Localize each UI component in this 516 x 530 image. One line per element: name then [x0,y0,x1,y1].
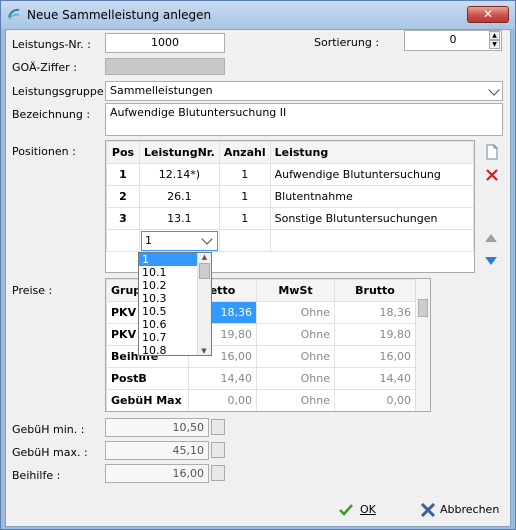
leistung-cell: Aufwendige Blutuntersuchung [269,163,475,186]
arrow-down-icon[interactable] [483,253,499,269]
bezeichnung-label: Bezeichnung : [12,108,91,121]
col-leistungnr[interactable]: LeistungNr. [139,141,220,164]
mwst-cell: Ohne [256,345,335,368]
chevron-down-icon[interactable] [201,232,213,245]
beihilfe-checkbox[interactable] [211,465,225,481]
pos-cell: 2 [106,185,140,208]
preise-label: Preise : [12,284,53,297]
cancel-button[interactable]: Abbrechen [420,499,510,521]
anzahl-cell: 1 [218,163,271,186]
nr-cell: 26.1 [139,185,220,208]
gruppe-label: Leistungsgruppe : [12,85,111,98]
title-bar: Neue Sammelleistung anlegen ✕ [1,1,515,29]
mwst-cell: Ohne [256,367,335,390]
nr-combo[interactable]: 1 [141,230,218,251]
table-row[interactable]: GebüH Max 0,00 Ohne 0,00 [106,389,416,411]
cancel-x-icon [420,502,436,518]
scroll-up-icon[interactable]: ▲ [198,253,211,261]
sortierung-value: 0 [449,33,457,46]
beihilfe-value: 16,00 [105,464,209,483]
positionen-table: Pos LeistungNr. Anzahl Leistung 1 12.14*… [106,141,475,252]
nr-cell: 12.14*) [139,163,220,186]
beihilfe-label: Beihilfe : [12,469,61,482]
netto-cell[interactable]: 0,00 [188,389,257,411]
brutto-cell: 16,00 [334,345,416,368]
ok-button[interactable]: OK [338,499,398,521]
col-mwst[interactable]: MwSt [256,279,335,302]
table-row[interactable]: PostB 14,40 Ohne 14,40 [106,367,416,390]
nr-combo-value: 1 [145,233,152,247]
gruppe-value: Sammelleistungen [110,84,213,97]
scroll-down-icon[interactable]: ▼ [198,347,210,355]
leistungsnr-label: Leistungs-Nr. : [12,38,91,51]
checkmark-icon [339,504,353,516]
leistung-cell [269,229,475,252]
pos-cell: 1 [106,163,140,186]
brutto-cell: 0,00 [334,389,416,411]
col-anzahl[interactable]: Anzahl [218,141,271,164]
gebueh-max-label: GebüH max. : [12,446,88,459]
arrow-up-icon[interactable] [483,230,499,246]
new-document-icon[interactable] [484,144,500,160]
mwst-cell: Ohne [256,301,335,324]
col-brutto[interactable]: Brutto [334,279,416,302]
sortierung-spinner[interactable]: ▲ ▼ [489,31,500,49]
gebueh-min-checkbox[interactable] [211,419,225,435]
scroll-thumb[interactable] [199,263,210,279]
goae-label: GOÄ-Ziffer : [12,61,77,74]
sortierung-label: Sortierung : [314,36,380,49]
pos-cell: 3 [106,207,140,230]
window-title: Neue Sammelleistung anlegen [27,8,212,22]
col-pos[interactable]: Pos [106,141,140,164]
table-row-new[interactable]: 1 [106,229,475,252]
gruppe-cell: PostB [106,367,189,390]
gebueh-min-label: GebüH min. : [12,423,85,436]
mwst-cell: Ohne [256,323,335,346]
delete-icon[interactable] [484,167,500,183]
nr-cell: 13.1 [139,207,220,230]
gebueh-min-value: 10,50 [105,418,209,437]
leistungsnr-input[interactable]: 1000 [105,33,225,53]
dialog-window: Neue Sammelleistung anlegen ✕ Leistungs-… [0,0,516,530]
goae-input [105,58,225,75]
brutto-cell: 14,40 [334,367,416,390]
gruppe-select[interactable]: Sammelleistungen [105,81,503,101]
spin-up-icon[interactable]: ▲ [489,31,500,40]
brutto-cell: 18,36 [334,301,416,324]
gebueh-max-value: 45,10 [105,441,209,460]
nr-edit-cell[interactable]: 1 [139,229,220,252]
mwst-cell: Ohne [256,389,335,411]
cancel-label: Abbrechen [440,503,500,516]
close-button[interactable]: ✕ [467,6,509,23]
gebueh-max-checkbox[interactable] [211,442,225,458]
anzahl-cell: 1 [218,185,271,208]
anzahl-cell [218,229,271,252]
col-leistung[interactable]: Leistung [269,141,475,164]
dropdown-scrollbar[interactable]: ▲ ▼ [197,253,211,355]
leistung-cell: Blutentnahme [269,185,475,208]
anzahl-cell: 1 [218,207,271,230]
ok-label: OK [360,503,376,516]
leistungnr-dropdown[interactable]: 1 10.1 10.2 10.3 10.5 10.6 10.7 10.8 ▲ ▼ [138,252,212,356]
scroll-thumb[interactable] [418,299,428,317]
gruppe-cell: GebüH Max [106,389,189,411]
leistung-cell: Sonstige Blutuntersuchungen [269,207,475,230]
netto-cell[interactable]: 14,40 [188,367,257,390]
sortierung-input[interactable]: 0 ▲ ▼ [404,30,502,51]
brutto-cell: 19,80 [334,323,416,346]
dialog-client: Leistungs-Nr. : 1000 Sortierung : 0 ▲ ▼ G… [5,29,511,527]
positionen-label: Positionen : [12,145,76,158]
table-row[interactable]: 3 13.1 1 Sonstige Blutuntersuchungen [106,207,475,230]
table-row[interactable]: 1 12.14*) 1 Aufwendige Blutuntersuchung [106,163,475,186]
chevron-down-icon[interactable] [488,84,500,96]
pos-cell [106,229,140,252]
table-row[interactable]: 2 26.1 1 Blutentnahme [106,185,475,208]
app-icon [8,8,20,20]
bezeichnung-input[interactable]: Aufwendige Blutuntersuchung II [105,103,503,136]
preise-scrollbar[interactable] [415,279,430,411]
spin-down-icon[interactable]: ▼ [489,40,500,49]
